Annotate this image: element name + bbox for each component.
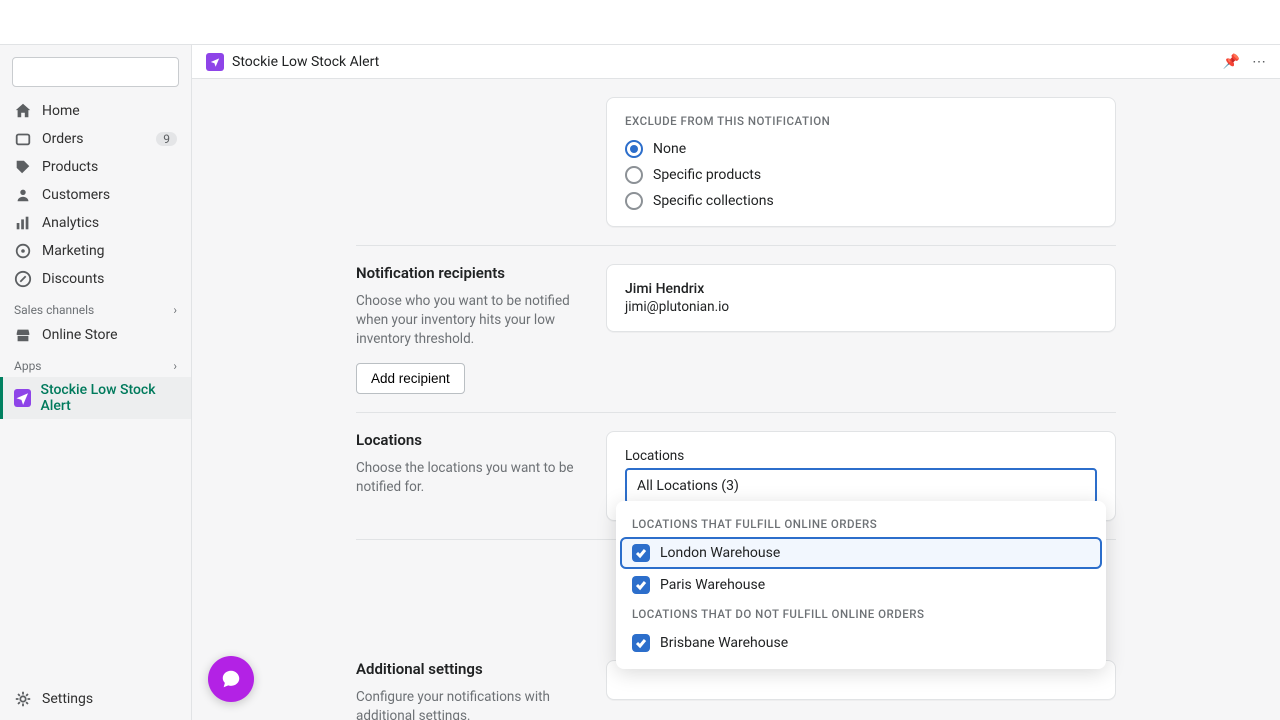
nav-label: Home <box>42 103 80 119</box>
exclude-card: EXCLUDE FROM THIS NOTIFICATION None Spec… <box>606 97 1116 227</box>
radio-specific-collections[interactable]: Specific collections <box>625 192 1097 210</box>
pin-icon[interactable]: 📌 <box>1223 54 1240 70</box>
exclude-heading: EXCLUDE FROM THIS NOTIFICATION <box>625 114 1097 128</box>
nav-label: Stockie Low Stock Alert <box>41 382 177 414</box>
locations-dropdown: LOCATIONS THAT FULFILL ONLINE ORDERS Lon… <box>616 501 1106 669</box>
nav-discounts[interactable]: Discounts <box>0 265 191 293</box>
discounts-icon <box>14 270 32 288</box>
sidebar: Home Orders 9 Products Customers Analyti… <box>0 45 192 720</box>
nav-products[interactable]: Products <box>0 153 191 181</box>
orders-badge: 9 <box>156 132 177 146</box>
locations-select-value: All Locations (3) <box>637 478 739 494</box>
nav-label: Discounts <box>42 271 104 287</box>
location-option-label: Paris Warehouse <box>660 577 765 593</box>
home-icon <box>14 102 32 120</box>
search-input[interactable] <box>12 57 179 87</box>
chat-icon <box>220 668 242 690</box>
radio-none[interactable]: None <box>625 140 1097 158</box>
nav-analytics[interactable]: Analytics <box>0 209 191 237</box>
gear-icon <box>14 690 32 708</box>
radio-label: Specific collections <box>653 193 774 209</box>
nav-label: Settings <box>42 691 93 707</box>
location-option-label: Brisbane Warehouse <box>660 635 788 651</box>
radio-icon <box>625 140 643 158</box>
chat-fab[interactable] <box>208 656 254 702</box>
recipient-card: Jimi Hendrix jimi@plutonian.io <box>606 264 1116 332</box>
dropdown-group-no-fulfill: LOCATIONS THAT DO NOT FULFILL ONLINE ORD… <box>616 601 1106 627</box>
app-logo-icon <box>206 53 224 71</box>
nav-online-store[interactable]: Online Store <box>0 321 191 349</box>
radio-label: Specific products <box>653 167 761 183</box>
locations-title: Locations <box>356 431 586 449</box>
section-label: Sales channels <box>14 303 94 317</box>
locations-select[interactable]: All Locations (3) <box>625 468 1097 504</box>
add-recipient-button[interactable]: Add recipient <box>356 363 465 394</box>
chevron-right-icon: › <box>173 359 177 373</box>
app-title: Stockie Low Stock Alert <box>232 54 379 70</box>
locations-field-label: Locations <box>625 448 1097 464</box>
sales-channels-header[interactable]: Sales channels › <box>0 293 191 321</box>
locations-desc: Choose the locations you want to be noti… <box>356 459 586 497</box>
nav-label: Customers <box>42 187 110 203</box>
recipient-email: jimi@plutonian.io <box>625 299 1097 315</box>
nav-label: Orders <box>42 131 84 147</box>
additional-title: Additional settings <box>356 660 586 678</box>
section-label: Apps <box>14 359 42 373</box>
radio-specific-products[interactable]: Specific products <box>625 166 1097 184</box>
dropdown-group-fulfill: LOCATIONS THAT FULFILL ONLINE ORDERS <box>616 511 1106 537</box>
location-option-label: London Warehouse <box>660 545 780 561</box>
customers-icon <box>14 186 32 204</box>
radio-icon <box>625 166 643 184</box>
nav-app-stockie[interactable]: Stockie Low Stock Alert <box>0 377 191 419</box>
recipients-title: Notification recipients <box>356 264 586 282</box>
products-icon <box>14 158 32 176</box>
recipient-name: Jimi Hendrix <box>625 281 1097 297</box>
orders-icon <box>14 130 32 148</box>
additional-desc: Configure your notifications with additi… <box>356 688 586 720</box>
nav-marketing[interactable]: Marketing <box>0 237 191 265</box>
app-icon <box>14 389 31 407</box>
nav-label: Analytics <box>42 215 99 231</box>
nav-label: Online Store <box>42 327 118 343</box>
chevron-right-icon: › <box>173 303 177 317</box>
top-bar <box>0 0 1280 45</box>
location-option-brisbane[interactable]: Brisbane Warehouse <box>620 627 1102 659</box>
nav-customers[interactable]: Customers <box>0 181 191 209</box>
radio-label: None <box>653 141 686 157</box>
recipients-desc: Choose who you want to be notified when … <box>356 292 586 349</box>
nav-label: Products <box>42 159 98 175</box>
nav-orders[interactable]: Orders 9 <box>0 125 191 153</box>
store-icon <box>14 326 32 344</box>
app-header: Stockie Low Stock Alert 📌 ⋯ <box>192 45 1280 79</box>
nav-home[interactable]: Home <box>0 97 191 125</box>
checkbox-checked-icon <box>632 634 650 652</box>
checkbox-checked-icon <box>632 544 650 562</box>
marketing-icon <box>14 242 32 260</box>
radio-icon <box>625 192 643 210</box>
analytics-icon <box>14 214 32 232</box>
nav-settings[interactable]: Settings <box>0 685 191 720</box>
checkbox-checked-icon <box>632 576 650 594</box>
location-option-paris[interactable]: Paris Warehouse <box>620 569 1102 601</box>
more-icon[interactable]: ⋯ <box>1252 54 1266 70</box>
nav-label: Marketing <box>42 243 105 259</box>
location-option-london[interactable]: London Warehouse <box>620 537 1102 569</box>
apps-header[interactable]: Apps › <box>0 349 191 377</box>
